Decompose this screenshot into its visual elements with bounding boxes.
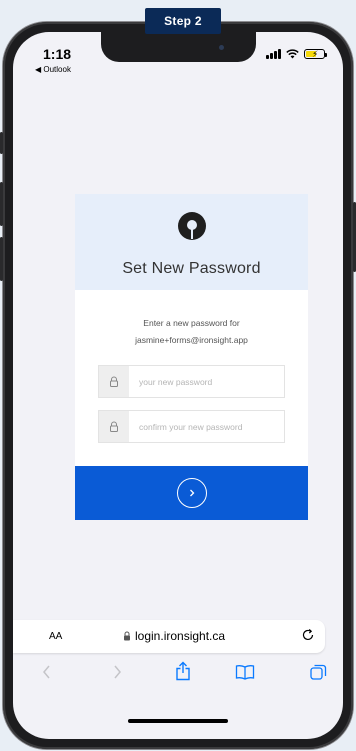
- status-icons: ⚡: [266, 49, 327, 59]
- notch: [101, 32, 256, 62]
- lock-icon: [99, 366, 129, 397]
- new-password-input[interactable]: [129, 366, 284, 397]
- back-to-app-link[interactable]: ◀ Outlook: [35, 65, 71, 74]
- ironsight-logo-icon: [178, 212, 206, 240]
- card-header: Set New Password: [75, 194, 308, 290]
- volume-up-button: [0, 182, 3, 226]
- reset-password-card: Set New Password Enter a new password fo…: [75, 194, 308, 520]
- new-password-field[interactable]: [98, 365, 285, 398]
- lock-icon: [99, 411, 129, 442]
- safari-address-bar[interactable]: AA login.ironsight.ca: [13, 620, 325, 653]
- address-display[interactable]: login.ironsight.ca: [123, 629, 225, 643]
- back-arrow-icon[interactable]: [41, 664, 53, 680]
- submit-button[interactable]: [177, 478, 207, 508]
- card-body: Enter a new password for jasmine+forms@i…: [75, 290, 308, 466]
- chevron-right-icon: [190, 489, 195, 497]
- account-email: jasmine+forms@ironsight.app: [135, 335, 248, 345]
- wifi-icon: [286, 49, 299, 59]
- share-icon[interactable]: [175, 661, 191, 681]
- submit-bar[interactable]: [75, 466, 308, 520]
- reload-icon[interactable]: [301, 628, 315, 642]
- cellular-signal-icon: [266, 49, 281, 59]
- instruction-text: Enter a new password for jasmine+forms@i…: [75, 315, 308, 349]
- lock-icon: [124, 631, 130, 641]
- text-size-button[interactable]: AA: [49, 631, 62, 642]
- tabs-icon[interactable]: [310, 664, 327, 681]
- confirm-password-input[interactable]: [129, 411, 284, 442]
- step-badge: Step 2: [145, 8, 221, 34]
- front-camera-dot: [219, 45, 224, 50]
- instruction-line: Enter a new password for: [143, 318, 240, 328]
- bookmarks-icon[interactable]: [235, 664, 255, 680]
- safari-toolbar: [13, 660, 343, 690]
- page-title: Set New Password: [122, 260, 261, 277]
- battery-icon: ⚡: [304, 49, 327, 59]
- volume-down-button: [0, 237, 3, 281]
- phone-screen: 1:18 ◀ Outlook ⚡ Set New Password Enter …: [13, 32, 343, 739]
- phone-frame: 1:18 ◀ Outlook ⚡ Set New Password Enter …: [0, 22, 356, 749]
- mute-switch: [0, 132, 3, 154]
- confirm-password-field[interactable]: [98, 410, 285, 443]
- home-indicator[interactable]: [128, 719, 228, 723]
- url-text: login.ironsight.ca: [135, 629, 226, 643]
- status-time: 1:18: [43, 46, 72, 62]
- forward-arrow-icon[interactable]: [111, 664, 123, 680]
